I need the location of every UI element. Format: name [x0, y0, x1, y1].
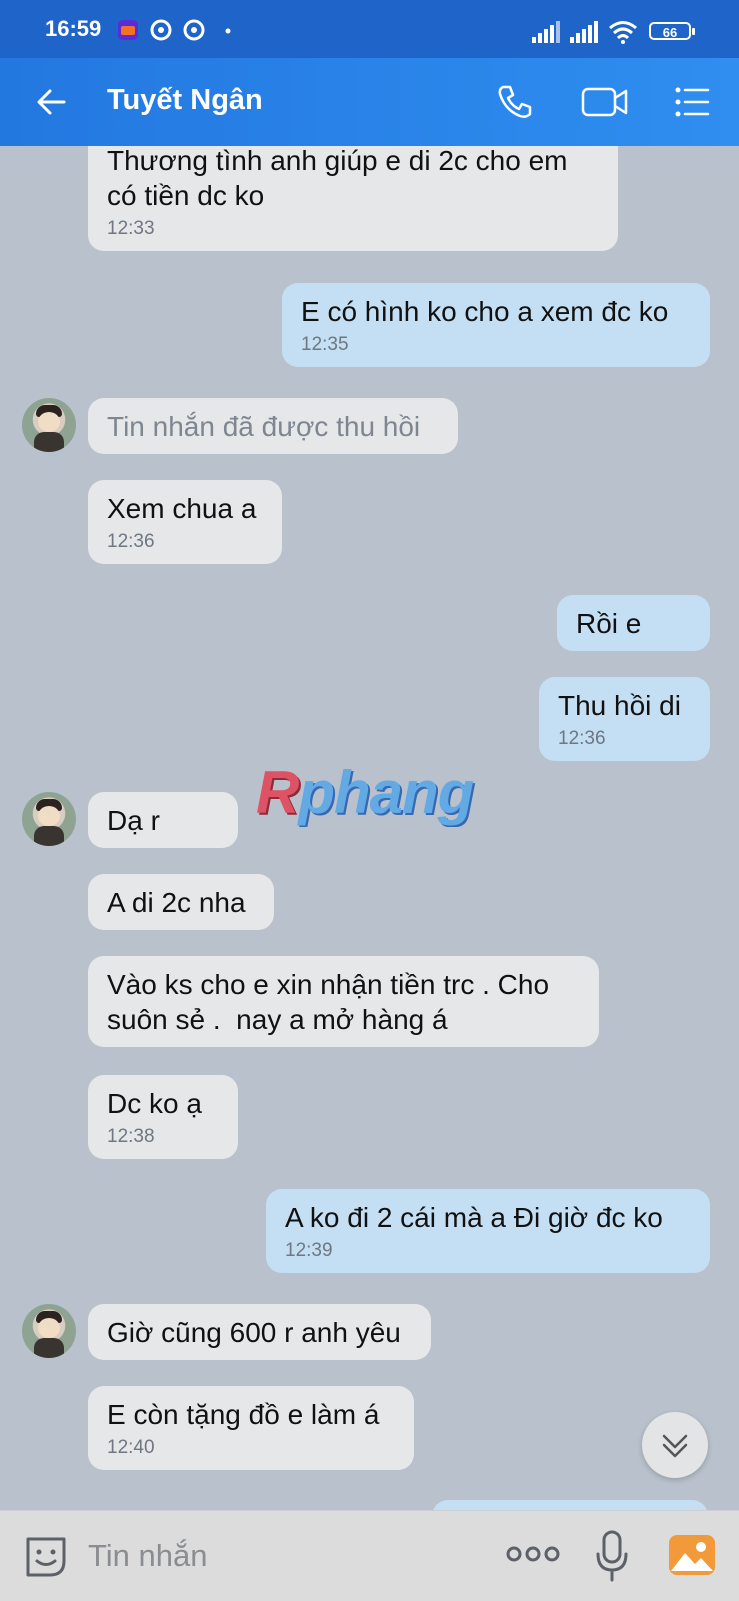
message-input[interactable]: Tin nhắn [88, 1538, 208, 1574]
message-bubble-outgoing[interactable]: E có hình ko cho a xem đc ko 12:35 [282, 283, 710, 367]
message-bubble-recalled[interactable]: Tin nhắn đã được thu hồi [88, 398, 458, 454]
double-chevron-down-icon [662, 1434, 688, 1458]
menu-list-icon[interactable] [670, 80, 714, 124]
message-bubble-incoming[interactable]: Giờ cũng 600 r anh yêu [88, 1304, 431, 1360]
message-text: E còn tặng đồ e làm á [107, 1399, 380, 1430]
signal-icon [570, 21, 598, 43]
phone-call-icon[interactable] [493, 80, 537, 124]
message-bubble-incoming[interactable]: Dc ko ạ 12:38 [88, 1075, 238, 1159]
signal-icon [532, 21, 560, 43]
message-bubble-outgoing[interactable]: Thu hồi di 12:36 [539, 677, 710, 761]
message-time: 12:40 [107, 1437, 155, 1458]
video-call-icon[interactable] [580, 80, 630, 124]
watermark-logo: Rphang [256, 758, 474, 827]
more-options-icon[interactable] [505, 1544, 561, 1564]
dot-icon [225, 28, 231, 34]
message-bubble-incoming[interactable]: Dạ r [88, 792, 238, 848]
message-bubble-incoming[interactable]: Vào ks cho e xin nhận tiền trc . Cho suô… [88, 956, 599, 1047]
status-time: 16:59 [45, 16, 102, 41]
sticker-emoji-icon[interactable] [22, 1533, 70, 1581]
message-time: 12:36 [107, 531, 155, 552]
battery-indicator: 66 [649, 22, 695, 40]
scroll-to-bottom-button[interactable] [642, 1412, 708, 1478]
message-bubble-incoming[interactable]: A di 2c nha [88, 874, 274, 930]
message-time: 12:35 [301, 334, 349, 355]
message-time: 12:39 [285, 1240, 333, 1261]
message-text: Thu hồi di [558, 690, 681, 721]
avatar[interactable] [22, 1304, 76, 1358]
chat-header: Tuyết Ngân [0, 58, 739, 146]
message-time: 12:38 [107, 1126, 155, 1147]
lazada-icon [118, 20, 138, 40]
microphone-icon[interactable] [594, 1529, 630, 1583]
message-text: Thương tình anh giúp e di 2c cho em có t… [107, 146, 568, 211]
target-icon [183, 19, 205, 41]
message-bubble-outgoing[interactable]: Rồi e [557, 595, 710, 651]
wifi-icon [609, 21, 637, 44]
avatar[interactable] [22, 792, 76, 846]
status-bar: 16:59 66 [0, 0, 739, 58]
watermark-text: phang [298, 759, 474, 826]
message-bubble-incoming[interactable]: Thương tình anh giúp e di 2c cho em có t… [88, 146, 618, 251]
message-text: Vào ks cho e xin nhận tiền trc . Cho suô… [107, 969, 550, 1035]
image-gallery-icon[interactable] [667, 1531, 717, 1579]
message-bubble-incoming[interactable]: Xem chua a 12:36 [88, 480, 282, 564]
message-text: Dc ko ạ [107, 1088, 202, 1119]
message-text: Tin nhắn đã được thu hồi [107, 411, 421, 442]
message-list[interactable]: Thương tình anh giúp e di 2c cho em có t… [0, 146, 739, 1510]
message-time: 12:36 [558, 728, 606, 749]
contact-name[interactable]: Tuyết Ngân [107, 84, 263, 117]
watermark-letter: R [256, 759, 299, 826]
composer-bar: Tin nhắn [0, 1510, 739, 1601]
message-text: Xem chua a [107, 493, 257, 524]
message-bubble-outgoing[interactable]: A ko đi 2 cái mà a Đi giờ đc ko 12:39 [266, 1189, 710, 1273]
back-arrow-icon[interactable] [30, 80, 74, 124]
message-time: 12:33 [107, 218, 155, 239]
message-text: Dạ r [107, 805, 160, 836]
message-text: Rồi e [576, 608, 642, 639]
message-text: E có hình ko cho a xem đc ko [301, 296, 669, 327]
message-text: A ko đi 2 cái mà a Đi giờ đc ko [285, 1202, 663, 1233]
target-icon [150, 19, 172, 41]
avatar[interactable] [22, 398, 76, 452]
message-text: Giờ cũng 600 r anh yêu [107, 1317, 401, 1348]
message-bubble-incoming[interactable]: E còn tặng đồ e làm á 12:40 [88, 1386, 414, 1470]
message-text: A di 2c nha [107, 887, 246, 918]
